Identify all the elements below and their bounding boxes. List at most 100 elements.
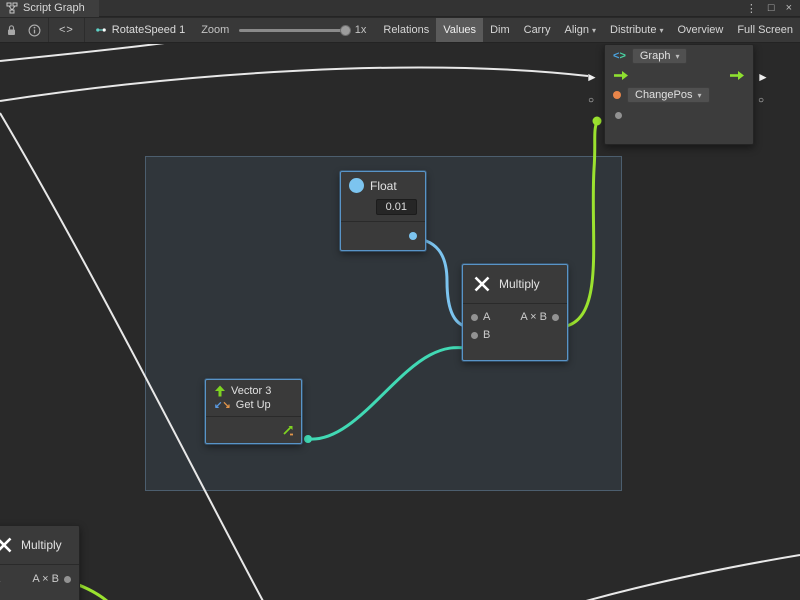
tab-script-graph[interactable]: Script Graph (0, 0, 99, 17)
info-icon (28, 24, 41, 37)
carry-label: Carry (524, 24, 551, 36)
relations-button[interactable]: Relations (376, 18, 436, 42)
float-output-dot[interactable] (409, 232, 417, 240)
lock-button[interactable] (0, 18, 23, 42)
vector3-node-title: Vector 3 (231, 385, 271, 397)
flow-arrow-out-icon[interactable] (729, 70, 745, 81)
output-label: A × B (32, 573, 59, 585)
dim-label: Dim (490, 24, 510, 36)
axes-icon: ↙↘ (214, 399, 231, 411)
flow-input-triangle-icon[interactable]: ► (586, 70, 598, 84)
variable-dropdown-label: ChangePos (635, 89, 693, 101)
multiply-icon (0, 536, 13, 554)
wire-white-bottom-right[interactable] (586, 555, 800, 600)
float-value-field[interactable]: 0.01 (376, 199, 417, 215)
window-titlebar: Script Graph ⋮ □ × (0, 0, 800, 17)
code-icon: <> (51, 24, 82, 36)
dim-button[interactable]: Dim (483, 18, 517, 42)
multiply-node-header: Multiply (463, 265, 567, 303)
float-node[interactable]: Float 0.01 (340, 171, 426, 251)
variable-dropdown[interactable]: ChangePos ▾ (627, 87, 710, 103)
graph-flow-ports-row (605, 66, 753, 84)
carry-button[interactable]: Carry (517, 18, 558, 42)
multiply-icon (473, 275, 491, 293)
float-node-header: Float (341, 172, 425, 199)
values-button[interactable]: Values (436, 18, 483, 42)
vector3-node-body (206, 417, 301, 443)
info-button[interactable] (23, 18, 46, 42)
value-output-circle-icon[interactable]: ○ (758, 95, 764, 106)
multiply-row-b: B (463, 326, 567, 344)
float-node-body (341, 222, 425, 250)
code-close-glyph: > (619, 50, 625, 62)
zoom-slider-handle[interactable] (340, 25, 351, 36)
graph-dropdown[interactable]: Graph ▾ (632, 48, 688, 64)
tab-title: Script Graph (23, 2, 85, 14)
zoom-slider[interactable] (239, 29, 346, 32)
output-port[interactable] (64, 576, 71, 583)
value-input-circle-icon[interactable]: ○ (588, 95, 594, 106)
overview-label: Overview (677, 24, 723, 36)
graph-input-connected-port[interactable] (593, 117, 602, 126)
close-icon[interactable]: × (786, 2, 792, 14)
overview-button[interactable]: Overview (670, 18, 730, 42)
vector3-node-header: Vector 3 ↙↘ Get Up (206, 380, 301, 416)
breadcrumb[interactable]: RotateSpeed 1 (87, 24, 195, 36)
input-port-row (605, 106, 753, 119)
output-label: A × B (520, 311, 547, 323)
port-a-label: A (483, 311, 490, 323)
output-port[interactable] (552, 314, 559, 321)
multiply-node-title: Multiply (499, 277, 540, 291)
getup-subtitle: Get Up (236, 399, 271, 411)
script-graph-icon (6, 2, 18, 14)
variable-row: ChangePos ▾ (605, 84, 753, 106)
wire-getup-to-multiply-b[interactable] (308, 348, 471, 440)
getup-output-port[interactable] (304, 435, 312, 443)
wire-white-top-left[interactable] (0, 44, 172, 61)
chevron-down-icon: ▾ (675, 52, 679, 61)
variable-port-dot[interactable] (613, 91, 621, 99)
values-label: Values (443, 24, 476, 36)
relations-label: Relations (383, 24, 429, 36)
multiply-row-a: A A × B (463, 308, 567, 326)
align-label: Align (565, 24, 589, 36)
breadcrumb-label: RotateSpeed 1 (112, 24, 185, 36)
flow-output-triangle-icon[interactable]: ► (757, 70, 769, 84)
zoom-value: 1x (355, 24, 367, 36)
chevron-down-icon: ▾ (659, 26, 663, 35)
distribute-label: Distribute (610, 24, 656, 36)
toolbar-separator (48, 18, 49, 42)
fullscreen-button[interactable]: Full Screen (730, 18, 800, 42)
window-menu-icon[interactable]: ⋮ (746, 2, 757, 15)
zoom-label: Zoom (201, 24, 229, 36)
float-type-icon (349, 178, 364, 193)
chevron-down-icon: ▾ (698, 91, 702, 100)
multiply-node[interactable]: Multiply A A × B B (462, 264, 568, 361)
vector3-getup-node[interactable]: Vector 3 ↙↘ Get Up (205, 379, 302, 444)
graph-toolbar: <> RotateSpeed 1 Zoom 1x Relations Value… (0, 18, 800, 43)
maximize-icon[interactable]: □ (768, 2, 775, 14)
wire-white-to-graph-input[interactable] (0, 68, 588, 101)
port-dot[interactable] (615, 112, 622, 119)
multiply-node-partial[interactable]: Multiply A A × B (0, 525, 80, 600)
code-view-button[interactable]: <> (51, 18, 82, 42)
input-port-b[interactable] (471, 332, 478, 339)
graph-dropdown-label: Graph (640, 50, 671, 62)
toolbar-separator (84, 18, 85, 42)
multiply-row-a: A A × B (0, 565, 79, 588)
visual-script-icon: <> (613, 50, 626, 62)
axis-se-arrow-icon: ↘ (222, 400, 230, 411)
lock-icon (6, 24, 17, 36)
chevron-down-icon: ▾ (592, 26, 596, 35)
distribute-button[interactable]: Distribute ▾ (603, 18, 670, 42)
align-button[interactable]: Align ▾ (558, 18, 603, 42)
transform-output-icon[interactable] (281, 423, 295, 437)
multiply-node-header: Multiply (0, 526, 79, 564)
input-port-a[interactable] (471, 314, 478, 321)
up-arrow-icon (214, 385, 226, 397)
graph-node-header: <> Graph ▾ (605, 45, 753, 66)
graph-unit-node[interactable]: <> Graph ▾ ChangePos ▾ (604, 44, 754, 145)
flow-arrow-in-icon[interactable] (613, 70, 629, 81)
fullscreen-label: Full Screen (737, 24, 793, 36)
graph-canvas[interactable]: ► ► ○ ○ <> Graph ▾ Chang (0, 44, 800, 600)
